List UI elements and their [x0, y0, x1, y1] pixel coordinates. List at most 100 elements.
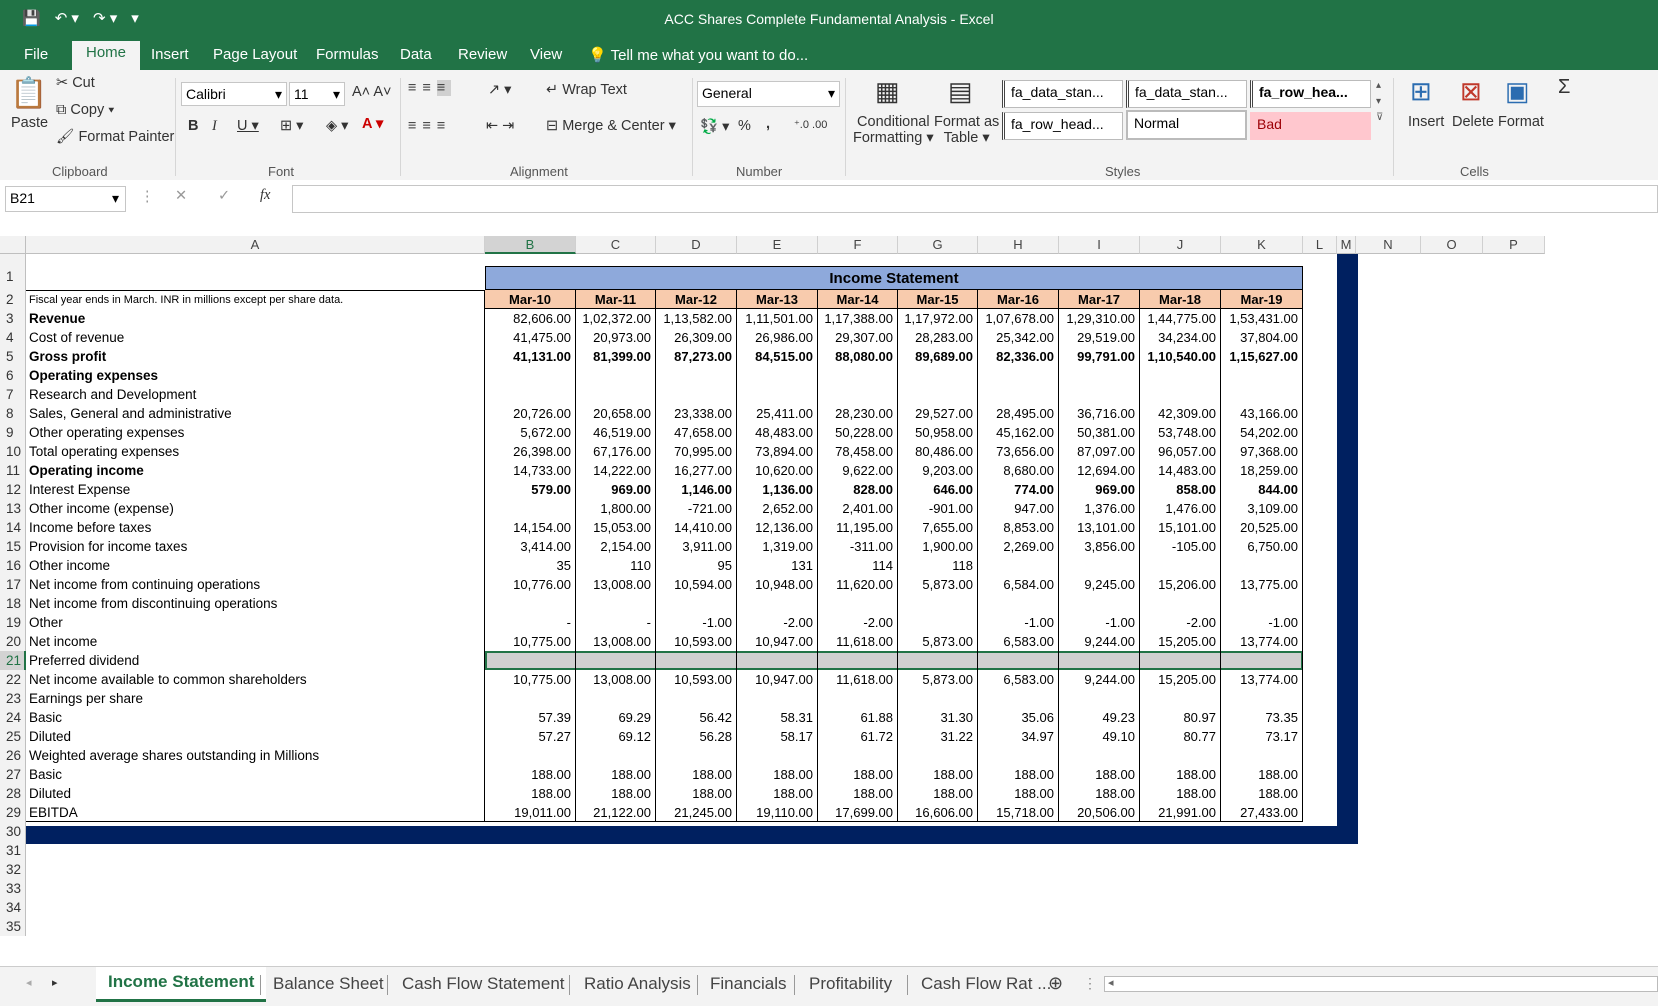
table-cell[interactable]: 10,776.00: [485, 575, 576, 594]
font-size-select[interactable]: 11 ▾: [289, 82, 345, 106]
column-header-f[interactable]: F: [818, 236, 898, 254]
italic-button[interactable]: I: [212, 118, 217, 135]
table-cell[interactable]: [898, 594, 978, 613]
table-cell[interactable]: 87,273.00: [656, 347, 737, 366]
table-cell[interactable]: 188.00: [898, 765, 978, 784]
row-header[interactable]: 6: [0, 366, 26, 385]
column-header-m[interactable]: M: [1337, 236, 1356, 254]
row-header[interactable]: 8: [0, 404, 26, 423]
table-cell[interactable]: 1,17,972.00: [898, 309, 978, 328]
row-header[interactable]: 16: [0, 556, 26, 575]
table-cell[interactable]: 78,458.00: [818, 442, 898, 461]
table-cell[interactable]: 29,527.00: [898, 404, 978, 423]
row-label[interactable]: Other income (expense): [29, 499, 174, 518]
scroll-tabs-right-icon[interactable]: ▸: [52, 976, 58, 989]
column-header-l[interactable]: L: [1303, 236, 1337, 254]
table-cell[interactable]: [978, 594, 1059, 613]
row-header[interactable]: 10: [0, 442, 26, 461]
table-cell[interactable]: 56.42: [656, 708, 737, 727]
table-cell[interactable]: 188.00: [1221, 784, 1303, 803]
table-cell[interactable]: 2,401.00: [818, 499, 898, 518]
table-cell[interactable]: 13,774.00: [1221, 632, 1303, 651]
row-header[interactable]: 23: [0, 689, 26, 708]
table-cell[interactable]: -105.00: [1140, 537, 1221, 556]
row-header[interactable]: 30: [0, 822, 26, 841]
table-cell[interactable]: 26,398.00: [485, 442, 576, 461]
table-cell[interactable]: 15,053.00: [576, 518, 656, 537]
table-cell[interactable]: 41,131.00: [485, 347, 576, 366]
table-cell[interactable]: -: [576, 613, 656, 632]
row-header[interactable]: 35: [0, 917, 26, 936]
table-cell[interactable]: [485, 746, 576, 765]
styles-gallery-scroll[interactable]: ▴ ▾ ⊽: [1376, 78, 1383, 126]
table-cell[interactable]: 29,519.00: [1059, 328, 1140, 347]
table-cell[interactable]: 31.30: [898, 708, 978, 727]
table-cell[interactable]: 11,620.00: [818, 575, 898, 594]
column-header-c[interactable]: C: [576, 236, 656, 254]
row-header[interactable]: 12: [0, 480, 26, 499]
table-cell[interactable]: 15,205.00: [1140, 632, 1221, 651]
table-cell[interactable]: 67,176.00: [576, 442, 656, 461]
table-cell[interactable]: [818, 366, 898, 385]
table-cell[interactable]: 646.00: [898, 480, 978, 499]
table-cell[interactable]: -311.00: [818, 537, 898, 556]
table-cell[interactable]: [1059, 651, 1140, 670]
table-cell[interactable]: 13,101.00: [1059, 518, 1140, 537]
table-cell[interactable]: 25,411.00: [737, 404, 818, 423]
table-cell[interactable]: 5,873.00: [898, 670, 978, 689]
table-cell[interactable]: [818, 385, 898, 404]
table-cell[interactable]: 1,900.00: [898, 537, 978, 556]
table-cell[interactable]: 20,726.00: [485, 404, 576, 423]
sheet-tab-income-statement[interactable]: Income Statement: [96, 967, 267, 1002]
table-cell[interactable]: 188.00: [737, 784, 818, 803]
table-cell[interactable]: [978, 385, 1059, 404]
column-header-d[interactable]: D: [656, 236, 737, 254]
table-cell[interactable]: -1.00: [978, 613, 1059, 632]
cut-button[interactable]: ✂ Cut: [56, 75, 95, 91]
table-cell[interactable]: [1140, 651, 1221, 670]
table-cell[interactable]: 57.27: [485, 727, 576, 746]
table-cell[interactable]: [656, 594, 737, 613]
table-cell[interactable]: [1059, 385, 1140, 404]
fill-color-icon[interactable]: ◈ ▾: [326, 118, 348, 134]
tab-data[interactable]: Data: [400, 46, 432, 63]
table-cell[interactable]: 188.00: [485, 765, 576, 784]
table-cell[interactable]: 3,109.00: [1221, 499, 1303, 518]
table-cell[interactable]: 188.00: [1059, 784, 1140, 803]
paste-button[interactable]: Paste: [11, 115, 48, 131]
tell-me-box[interactable]: 💡 Tell me what you want to do...: [588, 46, 808, 64]
column-header-e[interactable]: E: [737, 236, 818, 254]
wrap-text-button[interactable]: ↵ Wrap Text: [546, 82, 627, 98]
style-fa-row-header-2[interactable]: fa_row_head...: [1002, 112, 1123, 140]
table-cell[interactable]: 42,309.00: [1140, 404, 1221, 423]
row-header[interactable]: 34: [0, 898, 26, 917]
grow-font-icon[interactable]: A˄ A˅: [352, 84, 392, 100]
table-cell[interactable]: 26,986.00: [737, 328, 818, 347]
table-cell[interactable]: 14,154.00: [485, 518, 576, 537]
table-cell[interactable]: 49.23: [1059, 708, 1140, 727]
worksheet-grid[interactable]: A B C D E F G H I J K L M N O P 1 2 3 4 5 6 7 8 9 10 11 12 13 14 15 16 1…: [0, 230, 1658, 966]
row-header[interactable]: 13: [0, 499, 26, 518]
orientation-icon[interactable]: ↗ ▾: [488, 82, 511, 98]
table-cell[interactable]: [898, 385, 978, 404]
row-label[interactable]: Revenue: [29, 309, 85, 328]
table-cell[interactable]: [1059, 746, 1140, 765]
table-cell[interactable]: 188.00: [1221, 765, 1303, 784]
table-cell[interactable]: [978, 651, 1059, 670]
table-cell[interactable]: 20,973.00: [576, 328, 656, 347]
column-header-o[interactable]: O: [1421, 236, 1483, 254]
row-header[interactable]: 7: [0, 385, 26, 404]
table-cell[interactable]: 1,29,310.00: [1059, 309, 1140, 328]
table-cell[interactable]: 1,02,372.00: [576, 309, 656, 328]
table-cell[interactable]: 43,166.00: [1221, 404, 1303, 423]
tab-review[interactable]: Review: [458, 46, 507, 63]
format-cells-button[interactable]: Format: [1498, 114, 1544, 130]
table-cell[interactable]: 28,495.00: [978, 404, 1059, 423]
table-cell[interactable]: 27,433.00: [1221, 803, 1303, 822]
table-cell[interactable]: 99,791.00: [1059, 347, 1140, 366]
table-cell[interactable]: 10,594.00: [656, 575, 737, 594]
table-cell[interactable]: 1,11,501.00: [737, 309, 818, 328]
table-cell[interactable]: 188.00: [1140, 765, 1221, 784]
table-cell[interactable]: 9,244.00: [1059, 670, 1140, 689]
table-cell[interactable]: 5,873.00: [898, 575, 978, 594]
